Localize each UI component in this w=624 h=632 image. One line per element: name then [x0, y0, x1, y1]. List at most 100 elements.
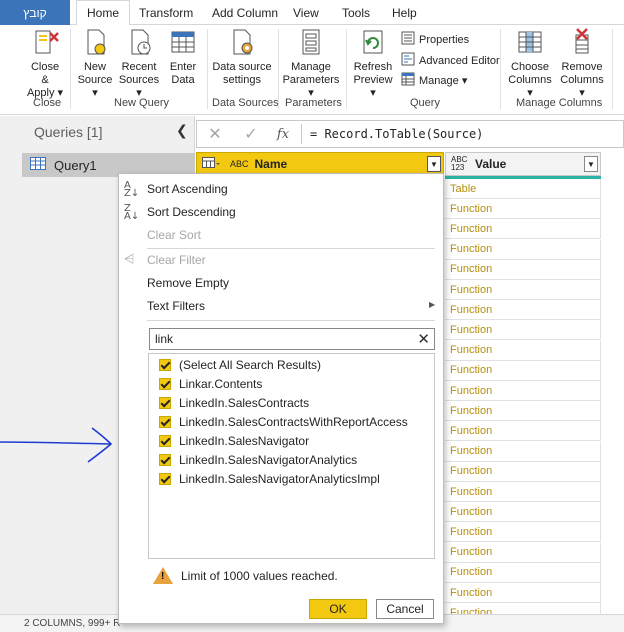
ok-button[interactable]: OK	[309, 599, 367, 619]
table-cell[interactable]: Function	[445, 360, 601, 381]
list-item[interactable]: (Select All Search Results)	[159, 358, 321, 372]
data-source-settings-label-2: settings	[223, 74, 261, 86]
recent-sources-button[interactable]: Recent Sources ▾	[117, 27, 161, 100]
group-close-label: Close	[33, 97, 62, 109]
formula-divider	[301, 124, 302, 144]
table-cell[interactable]: Function	[445, 219, 601, 240]
tab-transform[interactable]: Transform	[139, 0, 193, 25]
table-cell[interactable]: Function	[445, 259, 601, 280]
checkbox[interactable]	[159, 359, 171, 371]
clear-filter-icon: ⩤	[124, 252, 135, 267]
column-header-value[interactable]: ABC 123 Value ▼	[445, 152, 601, 176]
table-icon	[168, 27, 198, 57]
advanced-editor-icon	[401, 52, 415, 69]
menu-divider	[147, 248, 435, 249]
any-type-icon[interactable]: ABC 123	[451, 156, 469, 172]
table-cell[interactable]: Function	[445, 280, 601, 300]
advanced-editor-button[interactable]: Advanced Editor	[401, 52, 500, 69]
text-filters-item[interactable]: Text Filters	[147, 299, 205, 313]
table-cell[interactable]: Function	[445, 401, 601, 422]
column-name-label: Name	[254, 157, 288, 171]
advanced-editor-label: Advanced Editor	[419, 54, 500, 67]
sort-ascending-item[interactable]: Sort Ascending	[147, 182, 228, 196]
column-value-label: Value	[475, 157, 507, 171]
refresh-preview-button[interactable]: Refresh Preview ▾	[350, 27, 396, 100]
tab-view[interactable]: View	[293, 0, 319, 25]
clear-filter-item[interactable]: Clear Filter	[147, 253, 206, 267]
checkbox[interactable]	[159, 397, 171, 409]
list-item[interactable]: LinkedIn.SalesNavigator	[159, 434, 309, 448]
confirm-formula-icon[interactable]: ✓	[233, 124, 269, 144]
list-item[interactable]: LinkedIn.SalesNavigatorAnalytics	[159, 453, 357, 467]
manage-parameters-label-1: Manage	[291, 61, 331, 73]
refresh-preview-label-2: Preview ▾	[353, 74, 393, 99]
list-item[interactable]: LinkedIn.SalesContractsWithReportAccess	[159, 415, 408, 429]
data-source-settings-icon	[227, 27, 257, 57]
collapse-pane-icon[interactable]: ❮	[176, 122, 188, 139]
formula-bar: ✕ ✓ fx = Record.ToTable(Source)	[196, 120, 624, 148]
table-cell[interactable]: Function	[445, 461, 601, 482]
table-cell[interactable]: Function	[445, 562, 601, 583]
table-cell[interactable]: Function	[445, 300, 601, 321]
filter-dropdown-icon[interactable]: ▼	[584, 156, 598, 172]
remove-columns-button[interactable]: Remove Columns ▾	[557, 27, 607, 100]
tab-home[interactable]: Home	[76, 0, 131, 26]
table-cell[interactable]: Function	[445, 502, 601, 523]
tab-file[interactable]: קובץ	[0, 0, 70, 25]
cancel-button[interactable]: Cancel	[376, 599, 434, 619]
menu-divider	[147, 320, 435, 321]
checkbox[interactable]	[159, 435, 171, 447]
table-cell[interactable]: Function	[445, 340, 601, 361]
table-cell[interactable]: Function	[445, 482, 601, 502]
new-source-button[interactable]: New Source ▾	[76, 27, 114, 100]
warning-icon: !	[153, 567, 173, 584]
group-data-sources-label: Data Sources	[212, 97, 279, 109]
table-cell[interactable]: Table	[445, 179, 601, 199]
table-cell[interactable]: Function	[445, 381, 601, 401]
enter-data-button[interactable]: Enter Data	[165, 27, 201, 87]
remove-empty-item[interactable]: Remove Empty	[147, 276, 229, 290]
list-item[interactable]: LinkedIn.SalesContracts	[159, 396, 309, 410]
manage-parameters-button[interactable]: Manage Parameters ▾	[280, 27, 342, 100]
data-source-settings-button[interactable]: Data source settings	[212, 27, 272, 87]
properties-label: Properties	[419, 33, 470, 46]
close-apply-button[interactable]: Close & Apply ▾	[26, 27, 64, 100]
cancel-formula-icon[interactable]: ✕	[197, 124, 233, 144]
list-item[interactable]: Linkar.Contents	[159, 377, 262, 391]
remove-columns-label-1: Remove	[561, 61, 603, 73]
table-cell[interactable]: Function	[445, 320, 601, 341]
list-item-label: LinkedIn.SalesNavigatorAnalyticsImpl	[179, 472, 380, 486]
clear-sort-item[interactable]: Clear Sort	[147, 228, 201, 242]
table-menu-icon[interactable]	[202, 156, 220, 172]
filter-dropdown-icon[interactable]: ▼	[427, 156, 441, 172]
tab-add-column[interactable]: Add Column	[212, 0, 278, 25]
new-source-label-2: Source ▾	[77, 74, 113, 99]
sort-descending-item[interactable]: Sort Descending	[147, 205, 236, 219]
text-type-icon[interactable]: ABC	[230, 159, 249, 169]
table-cell[interactable]: Function	[445, 441, 601, 462]
properties-button[interactable]: Properties	[401, 31, 469, 48]
table-cell[interactable]: Function	[445, 199, 601, 220]
checkbox[interactable]	[159, 416, 171, 428]
table-cell[interactable]: Function	[445, 542, 601, 563]
group-separator	[278, 29, 279, 109]
manage-button[interactable]: Manage ▾	[401, 72, 467, 89]
choose-columns-button[interactable]: Choose Columns ▾	[505, 27, 555, 100]
table-cell[interactable]: Function	[445, 421, 601, 442]
filter-values-list: (Select All Search Results) Linkar.Conte…	[148, 353, 435, 559]
filter-search-input[interactable]: link ✕	[149, 328, 435, 350]
tab-tools[interactable]: Tools	[342, 0, 370, 25]
checkbox[interactable]	[159, 454, 171, 466]
table-cell[interactable]: Function	[445, 239, 601, 260]
formula-input[interactable]: = Record.ToTable(Source)	[310, 127, 483, 141]
list-item-label: (Select All Search Results)	[179, 358, 322, 372]
list-item[interactable]: LinkedIn.SalesNavigatorAnalyticsImpl	[159, 472, 380, 486]
checkbox[interactable]	[159, 378, 171, 390]
group-separator	[500, 29, 501, 109]
choose-columns-icon	[515, 27, 545, 57]
table-cell[interactable]: Function	[445, 583, 601, 603]
tab-help[interactable]: Help	[392, 0, 417, 25]
checkbox[interactable]	[159, 473, 171, 485]
table-cell[interactable]: Function	[445, 522, 601, 543]
clear-search-icon[interactable]: ✕	[417, 330, 430, 348]
